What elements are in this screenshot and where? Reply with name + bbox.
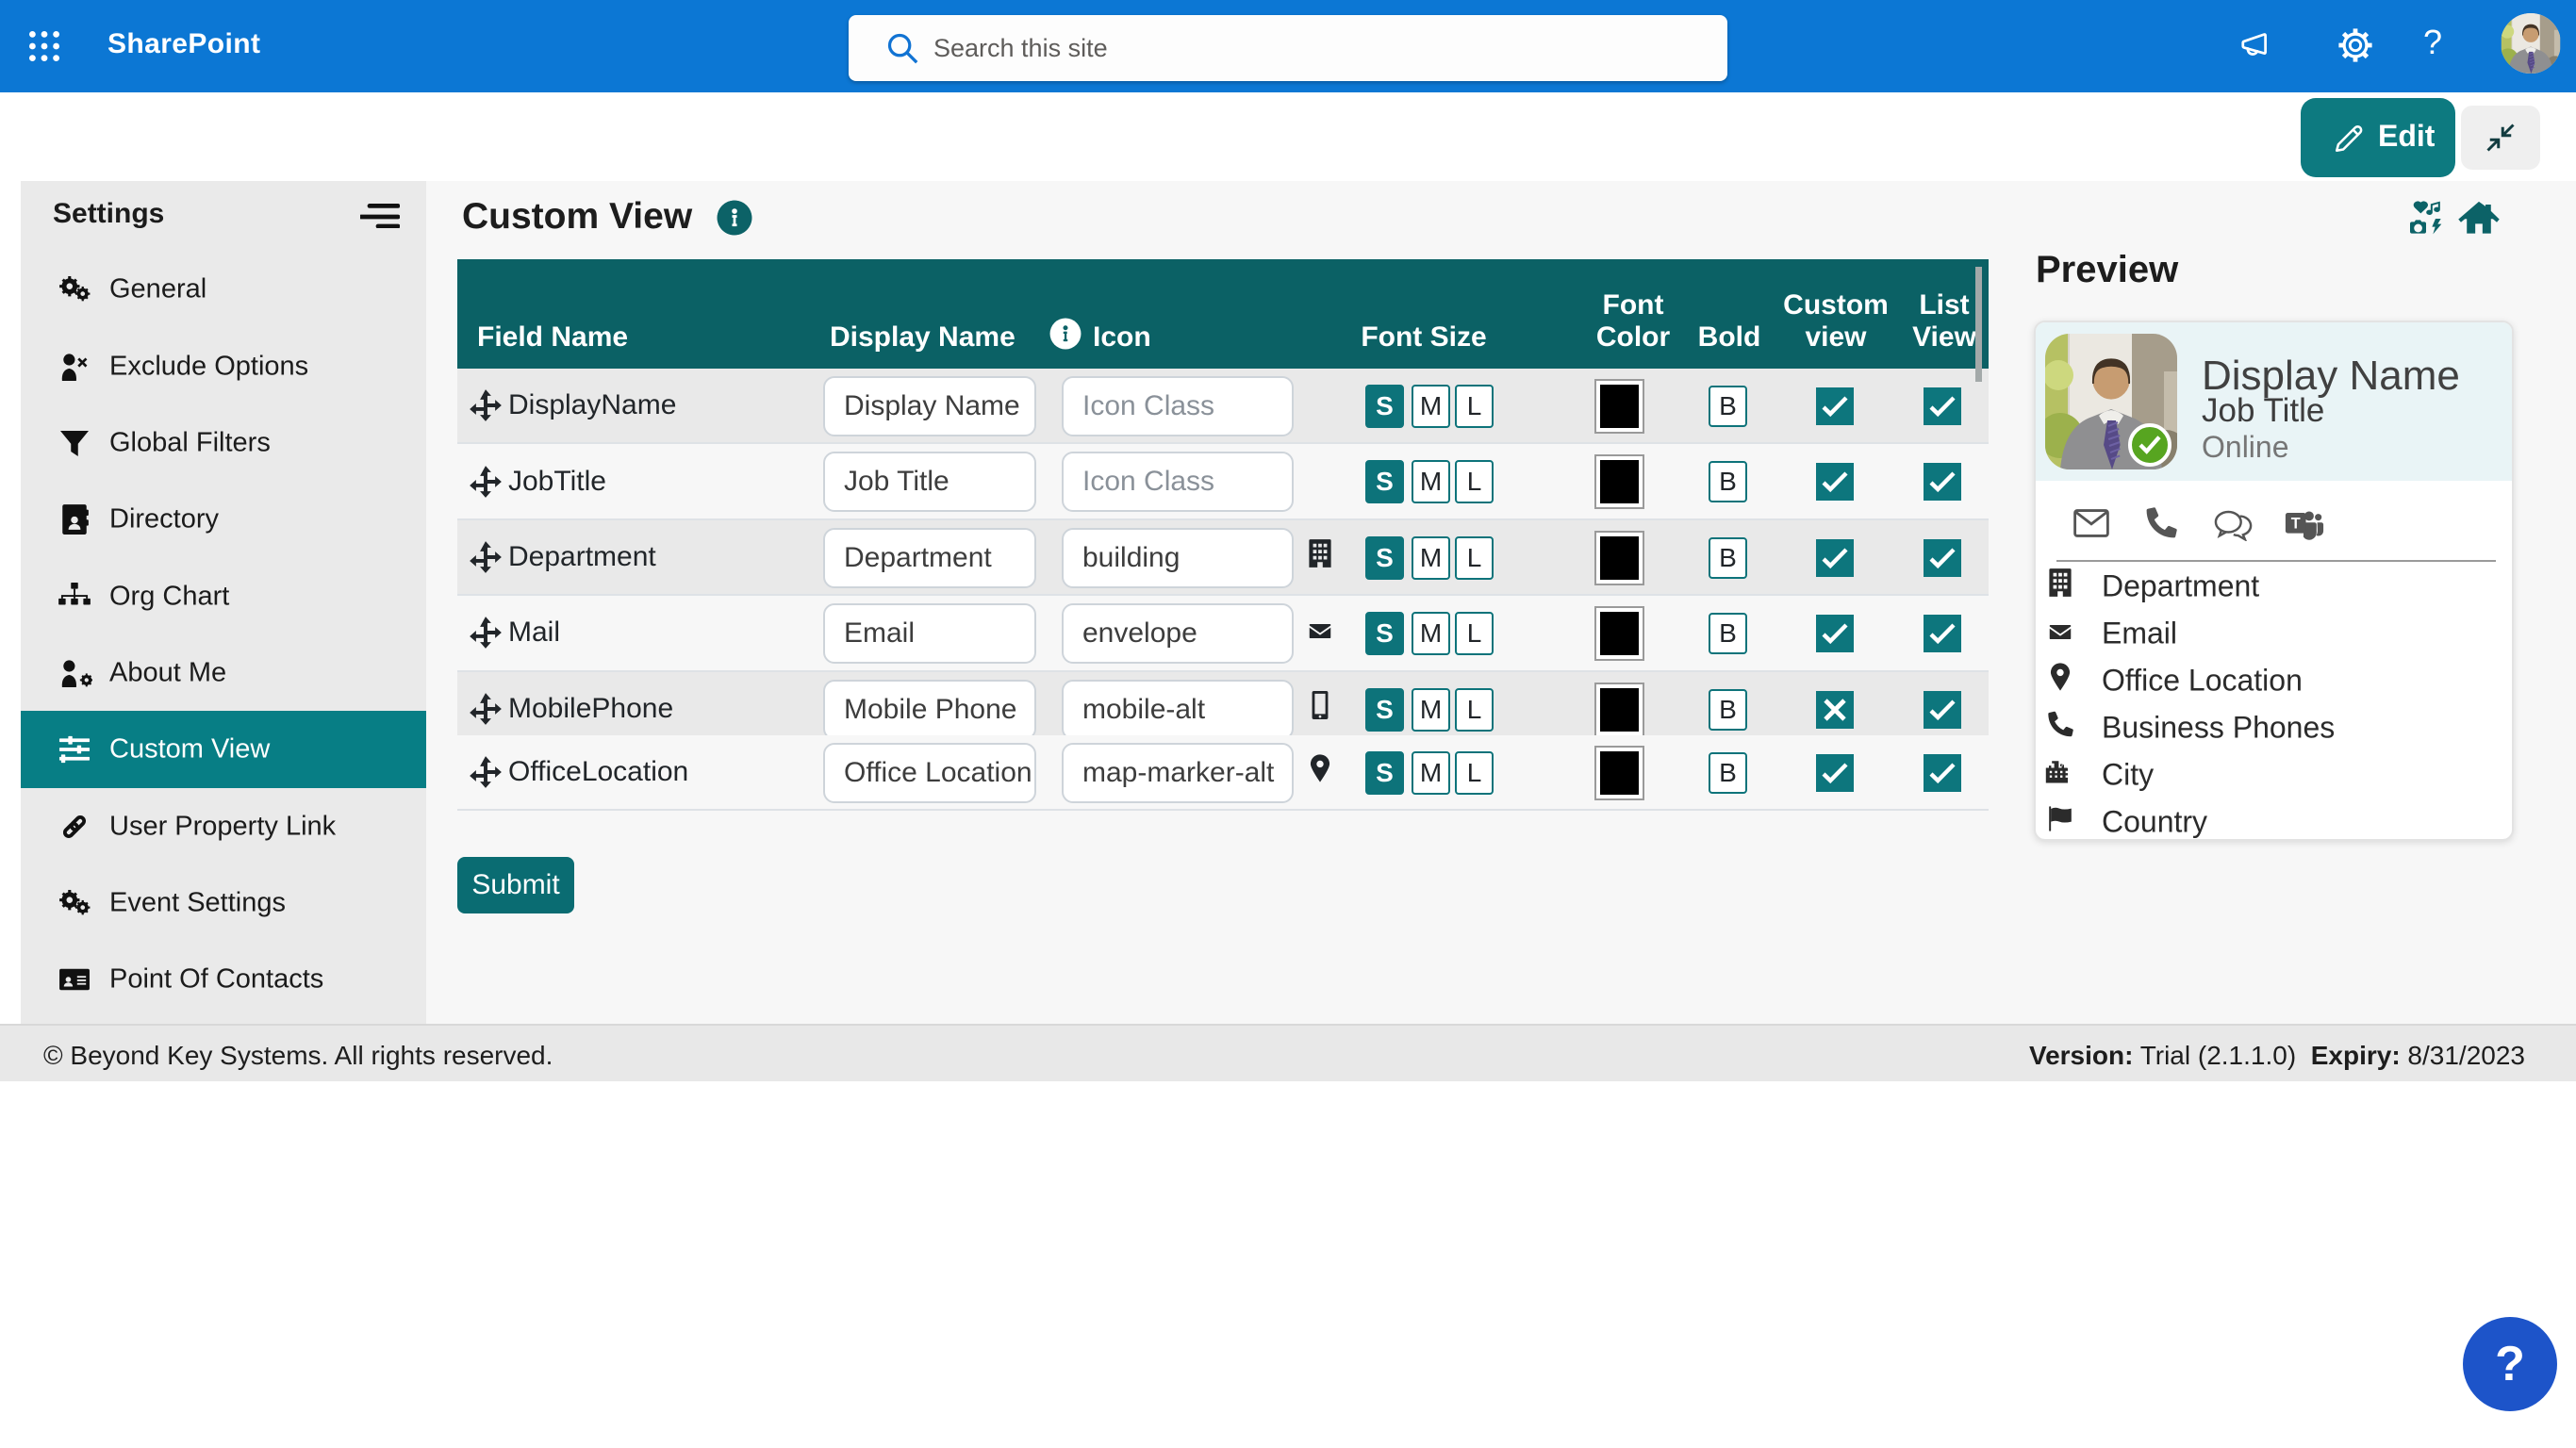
svg-text:T: T: [2291, 516, 2301, 533]
